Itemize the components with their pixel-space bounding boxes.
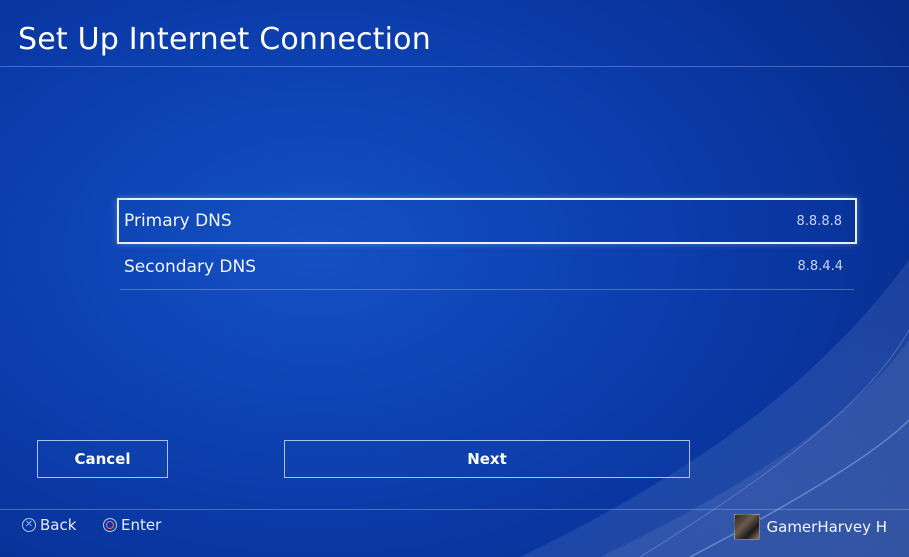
next-button[interactable]: Next (284, 440, 690, 478)
username: GamerHarvey H (766, 518, 888, 536)
primary-dns-value: 8.8.8.8 (796, 213, 842, 229)
secondary-dns-row[interactable]: Secondary DNS 8.8.4.4 (120, 244, 854, 290)
secondary-dns-value: 8.8.4.4 (797, 259, 843, 274)
user-profile[interactable]: GamerHarvey H (733, 514, 888, 540)
primary-dns-label: Primary DNS (124, 211, 232, 231)
enter-label: Enter (121, 516, 162, 534)
back-label: Back (40, 516, 77, 534)
primary-dns-row[interactable]: Primary DNS 8.8.8.8 (117, 198, 857, 244)
cross-button-icon: ✕ (22, 518, 36, 532)
cancel-button[interactable]: Cancel (37, 440, 168, 478)
enter-hint[interactable]: Enter (103, 516, 161, 534)
avatar (733, 514, 760, 540)
footer-bar: ✕ Back Enter GamerHarvey H (0, 509, 909, 557)
dns-settings-list: Primary DNS 8.8.8.8 Secondary DNS 8.8.4.… (117, 198, 857, 290)
page-title: Set Up Internet Connection (18, 22, 431, 57)
secondary-dns-label: Secondary DNS (124, 256, 257, 277)
title-bar: Set Up Internet Connection (0, 0, 909, 67)
circle-button-icon (103, 518, 117, 532)
back-hint[interactable]: ✕ Back (22, 516, 76, 534)
